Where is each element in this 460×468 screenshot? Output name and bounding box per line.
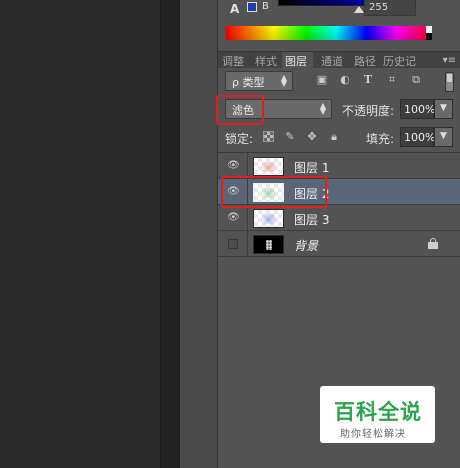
layer-name[interactable]: 图层 1 xyxy=(294,159,329,176)
tab-adjustments[interactable]: 调整 xyxy=(222,52,252,69)
shape-filter-icon[interactable]: ⌗ xyxy=(386,74,398,86)
tab-layers[interactable]: 图层 xyxy=(282,52,313,69)
select-arrows-icon: ▲ ▼ xyxy=(280,73,287,88)
highlight-box-blend-mode xyxy=(216,95,264,125)
lock-icon xyxy=(428,238,438,249)
color-panel: A B 255 xyxy=(218,0,460,20)
filter-toggle-switch[interactable] xyxy=(445,72,454,92)
panel-menu-icon[interactable]: ▾≡ xyxy=(443,55,456,66)
opacity-input[interactable]: 100% xyxy=(400,99,435,119)
layer-name[interactable]: 图层 3 xyxy=(294,211,329,228)
layer-name[interactable]: 背景 xyxy=(294,237,318,254)
select-arrows-icon: ▲ ▼ xyxy=(319,101,326,116)
layer-row[interactable]: 👁︎ 图层 3 xyxy=(218,205,460,231)
fill-dropdown-button[interactable]: ▼ xyxy=(434,127,453,147)
fill-label: 填充: xyxy=(366,132,395,146)
opacity-dropdown-button[interactable]: ▼ xyxy=(434,99,453,119)
type-filter-icon[interactable]: T xyxy=(362,74,374,86)
adjustment-filter-icon[interactable]: ◐ xyxy=(339,74,351,86)
layer-row-background[interactable]: 背景 xyxy=(218,231,460,257)
channel-value-input[interactable]: 255 xyxy=(364,0,416,16)
layer-thumbnail xyxy=(253,235,284,254)
visibility-cell[interactable]: 👁︎ xyxy=(218,205,248,231)
pixel-filter-icon[interactable]: ▣ xyxy=(316,74,328,86)
slider-thumb-icon[interactable] xyxy=(354,6,364,13)
layer-thumbnail xyxy=(253,157,284,176)
visibility-off-box[interactable] xyxy=(228,239,238,249)
lock-label: 锁定: xyxy=(225,132,254,146)
watermark-subtitle: 助你轻松解决 xyxy=(340,429,406,440)
lock-all-icon[interactable]: 🔒︎ xyxy=(328,131,340,143)
panel-gutter xyxy=(160,0,180,468)
black-white-ramp[interactable] xyxy=(426,26,432,40)
filter-kind-label: ρ 类型 xyxy=(232,76,265,89)
document-canvas[interactable] xyxy=(0,0,160,468)
opacity-label: 不透明度: xyxy=(342,104,395,118)
layer-thumbnail xyxy=(253,209,284,228)
tab-history[interactable]: 历史记 xyxy=(383,52,423,69)
warning-a-icon[interactable]: A xyxy=(230,2,239,16)
lock-transparent-pixels-icon[interactable] xyxy=(263,131,274,142)
panel-tabs: 调整 样式 图层 通道 路径 历史记 ▾≡ xyxy=(218,51,460,69)
highlight-box-selected-layer xyxy=(221,176,327,208)
channel-label: B xyxy=(262,1,269,12)
collapsed-panel-strip xyxy=(180,0,218,468)
eye-icon[interactable]: 👁︎ xyxy=(227,161,240,171)
color-spectrum[interactable] xyxy=(226,26,426,40)
watermark-logo: 百科全说 助你轻松解决 xyxy=(320,386,435,443)
color-swatch[interactable] xyxy=(247,2,257,12)
eye-icon[interactable]: 👁︎ xyxy=(227,213,240,223)
tab-styles[interactable]: 样式 xyxy=(255,52,285,69)
watermark-title: 百科全说 xyxy=(334,400,422,424)
smart-object-filter-icon[interactable]: ⧉ xyxy=(410,74,422,86)
lock-position-move-icon[interactable]: ✥ xyxy=(306,131,318,143)
tab-paths[interactable]: 路径 xyxy=(354,52,384,69)
lock-image-pixels-brush-icon[interactable]: ✎ xyxy=(284,131,296,143)
visibility-cell[interactable] xyxy=(218,231,248,257)
layer-filter-select[interactable]: ρ 类型 ▲ ▼ xyxy=(225,71,293,91)
fill-input[interactable]: 100% xyxy=(400,127,435,147)
tab-channels[interactable]: 通道 xyxy=(321,52,351,69)
